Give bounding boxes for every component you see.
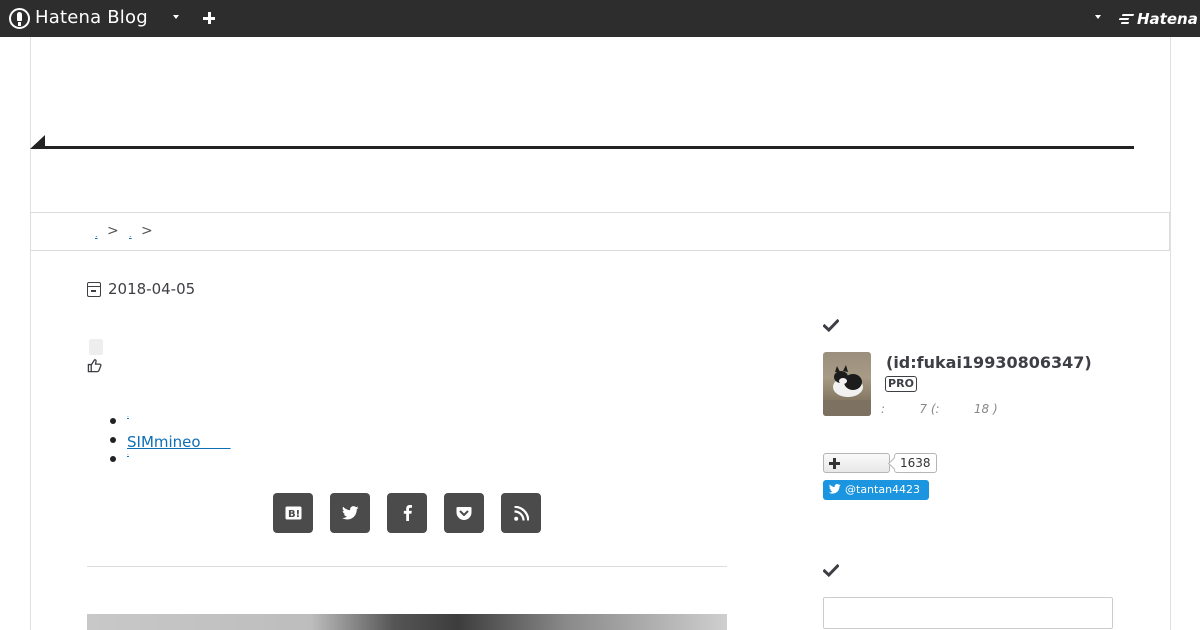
logo-text: Hatena Blog (35, 7, 148, 28)
chevron-down-icon[interactable] (1095, 15, 1101, 19)
avatar[interactable] (823, 352, 871, 416)
profile-id[interactable]: (id:fukai19930806347) (886, 353, 1092, 372)
twitter-share-button[interactable] (330, 493, 370, 533)
breadcrumb: . > . > (30, 212, 1170, 251)
entry-date[interactable]: 2018-04-05 (87, 280, 195, 298)
checkmark-icon (823, 319, 839, 332)
twitter-follow-button[interactable]: @tantan4423 (823, 480, 929, 500)
related-link[interactable]: . (127, 450, 129, 457)
calendar-icon (87, 281, 101, 297)
plus-icon[interactable] (203, 12, 215, 24)
cat-photo (823, 365, 871, 416)
svg-text:B!: B! (288, 509, 300, 520)
checkmark-icon (823, 564, 839, 577)
hatena-mark-icon (1118, 12, 1135, 26)
blog-title-rule (40, 146, 1134, 149)
pocket-share-button[interactable] (444, 493, 484, 533)
breadcrumb-separator: > (141, 223, 153, 239)
rss-feed-button[interactable] (501, 493, 541, 533)
share-buttons: B! (273, 493, 541, 533)
facebook-share-button[interactable] (387, 493, 427, 533)
entry-image (87, 614, 727, 630)
hatena-brand-text: Hatena (1137, 10, 1198, 28)
twitter-handle: @tantan4423 (845, 483, 921, 496)
hatena-bookmark-icon: B! (285, 506, 301, 520)
hatena-blog-logo[interactable]: Hatena Blog (9, 7, 148, 29)
twitter-icon (341, 506, 359, 520)
list-item: . (107, 450, 231, 469)
pro-badge: PRO (885, 376, 917, 392)
entry-date-text: 2018-04-05 (108, 280, 196, 298)
related-link[interactable]: . (127, 412, 129, 419)
list-item: SIMmineo (107, 431, 231, 451)
twitter-icon (829, 484, 841, 494)
content-divider (87, 566, 727, 567)
facebook-icon (403, 505, 412, 521)
thumbs-up-icon[interactable] (87, 358, 102, 373)
hatena-blog-logo-icon (9, 7, 30, 29)
related-links-list: . SIMmineo . (107, 412, 231, 469)
pocket-icon (456, 506, 472, 520)
breadcrumb-link[interactable]: . (95, 230, 98, 239)
profile-meta: : 7 (: 18 ) (881, 402, 998, 416)
plus-icon (829, 458, 840, 469)
follow-button[interactable] (823, 453, 890, 473)
breadcrumb-link[interactable]: . (129, 230, 132, 239)
rss-icon (513, 505, 529, 521)
global-header: Hatena Blog Hatena (0, 0, 1200, 37)
hatena-bookmark-share-button[interactable]: B! (273, 493, 313, 533)
search-input[interactable] (823, 597, 1113, 629)
hatena-brand-link[interactable]: Hatena (1118, 9, 1198, 29)
chevron-down-icon[interactable] (173, 15, 179, 19)
list-item: . (107, 412, 231, 431)
category-tag[interactable] (89, 339, 103, 355)
related-link[interactable]: SIMmineo (127, 433, 231, 451)
breadcrumb-separator: > (107, 223, 119, 239)
page-container (30, 37, 1171, 630)
follower-count: 1638 (894, 453, 937, 473)
